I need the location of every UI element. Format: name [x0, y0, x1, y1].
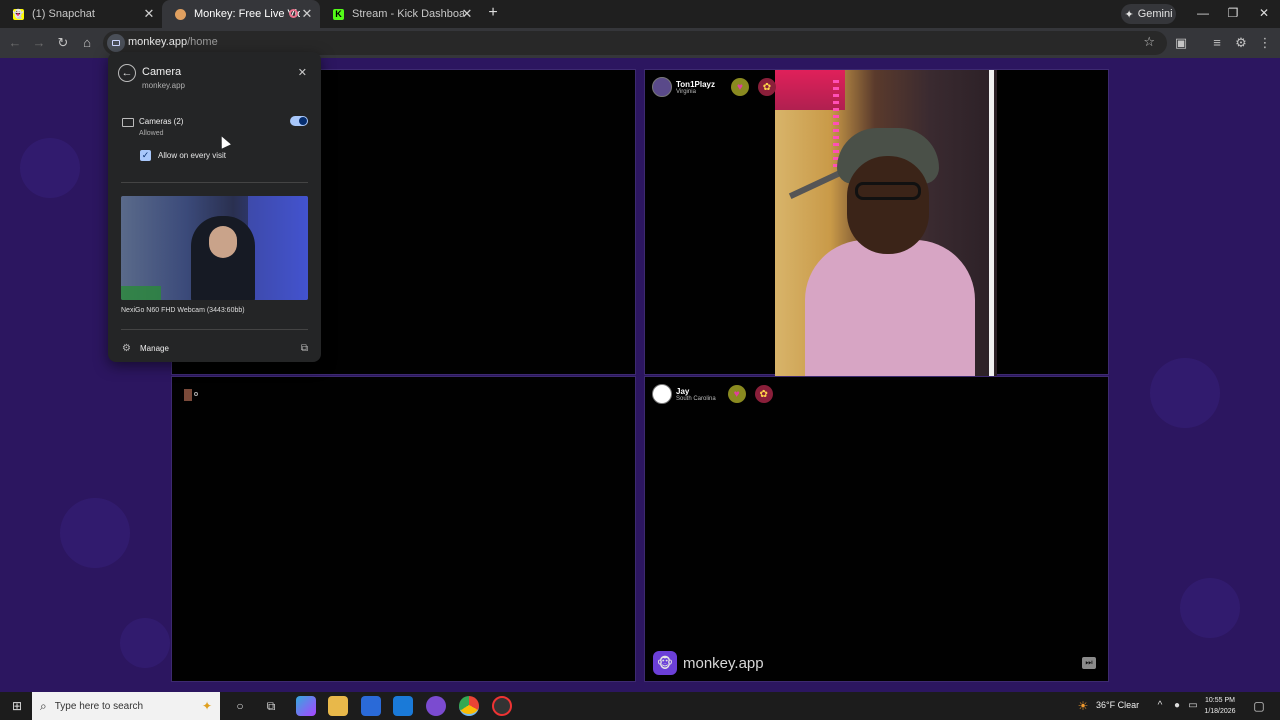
monkey-icon — [175, 8, 186, 20]
copilot-app-icon[interactable] — [296, 696, 316, 716]
discord-app-icon[interactable] — [426, 696, 446, 716]
brand-watermark: 🐵 monkey.app — [653, 651, 764, 675]
home-icon[interactable]: ⌂ — [79, 34, 95, 52]
close-window-button[interactable]: ✕ — [1257, 5, 1271, 21]
video-tile-self-bottom — [171, 376, 636, 682]
divider — [121, 329, 308, 330]
brand-text: monkey.app — [683, 654, 764, 672]
notification-icon[interactable]: ▢ — [1252, 697, 1266, 715]
username: Jay — [676, 386, 690, 396]
taskbar: ⊞ ⌕ Type here to search ✦ ○ ⧉ ☀ 36°F Cle… — [0, 692, 1280, 720]
microphone-icon[interactable]: ● — [1171, 697, 1183, 715]
cast-icon[interactable]: ▣ — [1173, 34, 1189, 52]
menu-kebab-icon[interactable]: ⋮ — [1257, 34, 1273, 52]
camera-permission-toggle[interactable] — [290, 116, 308, 126]
remote-video-stream — [775, 70, 997, 376]
user-info-bar: Jay South Carolina ♥ ✿ — [652, 384, 773, 404]
tab-kick[interactable]: K Stream - Kick Dashboard ✕ — [320, 0, 480, 28]
close-tab-icon[interactable]: ✕ — [142, 7, 156, 21]
close-tab-icon[interactable]: ✕ — [460, 7, 474, 21]
weather-icon: ☀ — [1077, 699, 1089, 713]
heart-icon[interactable]: ♥ — [730, 78, 749, 96]
clock-time: 10:55 PM — [1205, 697, 1235, 704]
site-camera-icon[interactable] — [107, 34, 125, 52]
video-tile-remote-1: Ton1Playz Virginia ♥ ✿ — [644, 69, 1109, 376]
tab-title: Stream - Kick Dashboard — [352, 8, 464, 20]
back-icon[interactable]: ← — [7, 34, 23, 52]
snapchat-icon: 👻 — [12, 8, 25, 20]
search-placeholder: Type here to search — [54, 700, 144, 712]
forward-icon[interactable]: → — [31, 34, 47, 52]
store-app-icon[interactable] — [361, 696, 381, 716]
popup-site: monkey.app — [142, 81, 185, 90]
search-icon: ⌕ — [40, 698, 47, 713]
url-host: monkey.app — [128, 36, 188, 48]
divider — [121, 182, 308, 183]
user-location: South Carolina — [676, 395, 716, 402]
bookmark-star-icon[interactable]: ☆ — [1143, 34, 1155, 50]
tab-title: (1) Snapchat — [32, 8, 95, 20]
external-link-icon[interactable]: ⧉ — [301, 343, 308, 354]
search-highlight-icon: ✦ — [201, 699, 212, 713]
url-path: /home — [187, 36, 218, 48]
camera-permission-popup: ← Camera monkey.app ✕ Cameras (2) Allowe… — [108, 52, 321, 362]
url-text[interactable]: monkey.app/home — [128, 36, 218, 48]
user-info-bar: Ton1Playz Virginia ♥ ✿ — [652, 77, 776, 97]
reload-icon[interactable]: ↻ — [55, 34, 71, 52]
gift-icon[interactable]: ✿ — [754, 385, 773, 403]
cameras-label: Cameras (2) — [139, 117, 184, 126]
mini-video-icon — [184, 389, 192, 401]
task-view-icon[interactable]: ⧉ — [263, 697, 279, 715]
minimize-button[interactable]: — — [1196, 5, 1210, 21]
restore-button[interactable]: ❐ — [1226, 5, 1240, 21]
extensions-icon[interactable]: ⚙ — [1233, 34, 1249, 52]
taskbar-search[interactable]: ⌕ Type here to search ✦ — [32, 692, 220, 720]
tab-monkey[interactable]: Monkey: Free Live Video Ch ✕ — [162, 0, 320, 28]
sparkle-icon: ✦ — [1124, 8, 1134, 21]
cortana-icon[interactable]: ○ — [232, 697, 248, 715]
heart-icon[interactable]: ♥ — [727, 385, 746, 403]
obs-app-icon[interactable] — [492, 696, 512, 716]
weather-text[interactable]: 36°F Clear — [1096, 700, 1139, 710]
file-explorer-icon[interactable] — [328, 696, 348, 716]
tab-snapchat[interactable]: 👻 (1) Snapchat ✕ — [0, 0, 162, 28]
popup-title: Camera — [142, 66, 182, 78]
username: Ton1Playz — [676, 79, 715, 89]
close-icon[interactable]: ✕ — [298, 66, 307, 79]
close-tab-icon[interactable]: ✕ — [300, 7, 314, 21]
kick-icon: K — [333, 8, 344, 20]
video-tile-remote-2: Jay South Carolina ♥ ✿ 🐵 monkey.app ⏭ — [644, 376, 1109, 682]
taskbar-clock[interactable]: 10:55 PM 1/18/2026 — [1198, 695, 1242, 717]
gemini-button[interactable]: ✦ Gemini — [1121, 4, 1176, 24]
monkey-logo-icon: 🐵 — [653, 651, 677, 675]
camera-preview — [121, 196, 308, 300]
avatar[interactable] — [652, 384, 672, 404]
windows-start-icon[interactable]: ⊞ — [9, 697, 25, 715]
gemini-label: Gemini — [1137, 8, 1173, 20]
clock-date: 1/18/2026 — [1204, 708, 1236, 715]
chrome-app-icon[interactable] — [459, 696, 479, 716]
allow-every-visit-label[interactable]: Allow on every visit — [158, 151, 226, 160]
avatar[interactable] — [652, 77, 672, 97]
skip-icon[interactable]: ⏭ — [1082, 657, 1096, 669]
status-dot-icon — [194, 392, 198, 396]
allow-every-visit-checkbox[interactable]: ✓ — [140, 150, 151, 161]
chevron-up-icon[interactable]: ^ — [1154, 697, 1166, 715]
tab-title: Monkey: Free Live Video Ch — [194, 8, 300, 20]
manage-link[interactable]: Manage — [140, 344, 169, 353]
cameras-state: Allowed — [139, 130, 164, 137]
media-controls-icon[interactable]: ≡ — [1209, 34, 1225, 52]
mail-app-icon[interactable] — [393, 696, 413, 716]
new-tab-button[interactable]: + — [486, 5, 500, 21]
user-location: Virginia — [676, 88, 696, 95]
recording-icon — [289, 9, 298, 18]
camera-device-name: NexiGo N60 FHD Webcam (3443:60bb) — [121, 307, 245, 314]
back-arrow-icon[interactable]: ← — [118, 64, 136, 82]
tab-strip: 👻 (1) Snapchat ✕ Monkey: Free Live Video… — [0, 0, 1280, 28]
gear-icon[interactable]: ⚙ — [122, 343, 131, 354]
gift-icon[interactable]: ✿ — [757, 78, 776, 96]
camera-icon — [122, 118, 134, 127]
